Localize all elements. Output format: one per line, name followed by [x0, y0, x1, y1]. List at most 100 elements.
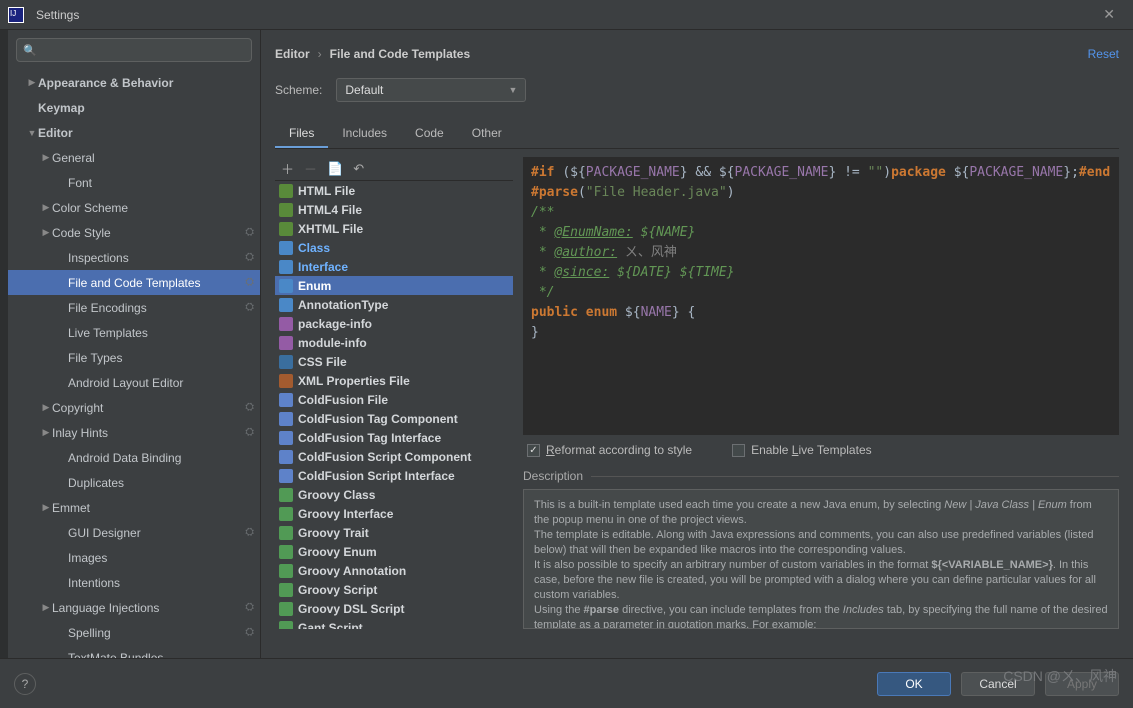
tree-arrow-icon: ▶: [40, 427, 52, 438]
template-item-package-info[interactable]: package-info: [275, 314, 513, 333]
file-type-icon: [279, 241, 293, 255]
sidebar-item-intentions[interactable]: Intentions: [8, 570, 260, 595]
template-item-groovy-interface[interactable]: Groovy Interface: [275, 504, 513, 523]
sidebar-item-inspections[interactable]: Inspections⛭: [8, 245, 260, 270]
template-item-coldfusion-tag-component[interactable]: ColdFusion Tag Component: [275, 409, 513, 428]
ok-button[interactable]: OK: [877, 672, 951, 696]
template-item-xhtml-file[interactable]: XHTML File: [275, 219, 513, 238]
file-type-icon: [279, 431, 293, 445]
reset-link[interactable]: Reset: [1088, 47, 1119, 61]
remove-button[interactable]: －: [304, 159, 317, 178]
copy-button[interactable]: 📄: [327, 161, 343, 177]
template-item-groovy-enum[interactable]: Groovy Enum: [275, 542, 513, 561]
sidebar-item-font[interactable]: Font: [8, 170, 260, 195]
file-type-icon: [279, 393, 293, 407]
breadcrumb-editor: Editor: [275, 47, 310, 61]
apply-button[interactable]: Apply: [1045, 672, 1119, 696]
template-name: Gant Script: [298, 621, 363, 630]
sidebar-item-images[interactable]: Images: [8, 545, 260, 570]
sidebar-item-gui-designer[interactable]: GUI Designer⛭: [8, 520, 260, 545]
tree-label: Appearance & Behavior: [38, 76, 254, 90]
file-type-icon: [279, 488, 293, 502]
add-button[interactable]: ＋: [281, 159, 294, 178]
template-list[interactable]: HTML FileHTML4 FileXHTML FileClassInterf…: [275, 181, 513, 629]
template-item-annotationtype[interactable]: AnnotationType: [275, 295, 513, 314]
template-name: Groovy Class: [298, 488, 375, 502]
file-type-icon: [279, 355, 293, 369]
sidebar-item-file-and-code-templates[interactable]: File and Code Templates⛭: [8, 270, 260, 295]
tree-label: Android Layout Editor: [68, 376, 254, 390]
tree-label: Emmet: [52, 501, 254, 515]
tree-arrow-icon: ▶: [40, 402, 52, 413]
tree-label: TextMate Bundles: [68, 651, 254, 659]
template-name: XML Properties File: [298, 374, 410, 388]
tab-code[interactable]: Code: [401, 120, 458, 148]
tab-other[interactable]: Other: [458, 120, 516, 148]
template-item-coldfusion-file[interactable]: ColdFusion File: [275, 390, 513, 409]
template-item-groovy-annotation[interactable]: Groovy Annotation: [275, 561, 513, 580]
template-item-groovy-script[interactable]: Groovy Script: [275, 580, 513, 599]
template-item-groovy-class[interactable]: Groovy Class: [275, 485, 513, 504]
tab-includes[interactable]: Includes: [328, 120, 401, 148]
template-item-coldfusion-script-component[interactable]: ColdFusion Script Component: [275, 447, 513, 466]
settings-tree[interactable]: ▶Appearance & BehaviorKeymap▼Editor▶Gene…: [8, 70, 260, 658]
file-type-icon: [279, 184, 293, 198]
template-item-coldfusion-script-interface[interactable]: ColdFusion Script Interface: [275, 466, 513, 485]
search-field[interactable]: [41, 43, 245, 58]
template-name: Groovy Annotation: [298, 564, 406, 578]
sidebar-item-code-style[interactable]: ▶Code Style⛭: [8, 220, 260, 245]
template-name: ColdFusion Tag Component: [298, 412, 458, 426]
template-item-html4-file[interactable]: HTML4 File: [275, 200, 513, 219]
template-item-html-file[interactable]: HTML File: [275, 181, 513, 200]
template-name: CSS File: [298, 355, 347, 369]
template-item-coldfusion-tag-interface[interactable]: ColdFusion Tag Interface: [275, 428, 513, 447]
sidebar-item-copyright[interactable]: ▶Copyright⛭: [8, 395, 260, 420]
left-gutter: [0, 30, 8, 658]
sidebar-item-color-scheme[interactable]: ▶Color Scheme: [8, 195, 260, 220]
template-code-editor[interactable]: #if (${PACKAGE_NAME} && ${PACKAGE_NAME} …: [523, 157, 1119, 435]
template-item-groovy-dsl-script[interactable]: Groovy DSL Script: [275, 599, 513, 618]
tree-label: Intentions: [68, 576, 254, 590]
cancel-button[interactable]: Cancel: [961, 672, 1035, 696]
breadcrumb-sep: ›: [318, 47, 322, 61]
template-item-css-file[interactable]: CSS File: [275, 352, 513, 371]
list-toolbar: ＋ － 📄 ↶: [275, 157, 513, 181]
sidebar-item-android-data-binding[interactable]: Android Data Binding: [8, 445, 260, 470]
sidebar-item-keymap[interactable]: Keymap: [8, 95, 260, 120]
sidebar-item-emmet[interactable]: ▶Emmet: [8, 495, 260, 520]
template-item-gant-script[interactable]: Gant Script: [275, 618, 513, 629]
file-type-icon: [279, 602, 293, 616]
sidebar-item-android-layout-editor[interactable]: Android Layout Editor: [8, 370, 260, 395]
file-type-icon: [279, 564, 293, 578]
template-name: ColdFusion Script Interface: [298, 469, 455, 483]
sidebar-item-general[interactable]: ▶General: [8, 145, 260, 170]
scheme-select[interactable]: Default ▼: [336, 78, 526, 102]
help-button[interactable]: ?: [14, 673, 36, 695]
template-item-class[interactable]: Class: [275, 238, 513, 257]
undo-button[interactable]: ↶: [353, 161, 364, 177]
sidebar-item-live-templates[interactable]: Live Templates: [8, 320, 260, 345]
live-templates-checkbox[interactable]: Enable Live Templates: [732, 443, 872, 457]
template-item-interface[interactable]: Interface: [275, 257, 513, 276]
search-input[interactable]: 🔍: [16, 38, 252, 62]
template-item-enum[interactable]: Enum: [275, 276, 513, 295]
sidebar-item-editor[interactable]: ▼Editor: [8, 120, 260, 145]
template-item-groovy-trait[interactable]: Groovy Trait: [275, 523, 513, 542]
tree-label: Duplicates: [68, 476, 254, 490]
reformat-checkbox[interactable]: ✓ Reformat according to style: [527, 443, 692, 457]
tab-files[interactable]: Files: [275, 120, 328, 148]
template-list-panel: ＋ － 📄 ↶ HTML FileHTML4 FileXHTML FileCla…: [275, 157, 513, 629]
template-item-xml-properties-file[interactable]: XML Properties File: [275, 371, 513, 390]
file-type-icon: [279, 621, 293, 630]
sidebar-item-textmate-bundles[interactable]: TextMate Bundles: [8, 645, 260, 658]
sidebar-item-duplicates[interactable]: Duplicates: [8, 470, 260, 495]
close-icon[interactable]: ✕: [1093, 0, 1125, 29]
sidebar-item-inlay-hints[interactable]: ▶Inlay Hints⛭: [8, 420, 260, 445]
sidebar-item-file-types[interactable]: File Types: [8, 345, 260, 370]
sidebar-item-file-encodings[interactable]: File Encodings⛭: [8, 295, 260, 320]
template-item-module-info[interactable]: module-info: [275, 333, 513, 352]
sidebar-item-language-injections[interactable]: ▶Language Injections⛭: [8, 595, 260, 620]
file-type-icon: [279, 317, 293, 331]
sidebar-item-spelling[interactable]: Spelling⛭: [8, 620, 260, 645]
sidebar-item-appearance-behavior[interactable]: ▶Appearance & Behavior: [8, 70, 260, 95]
